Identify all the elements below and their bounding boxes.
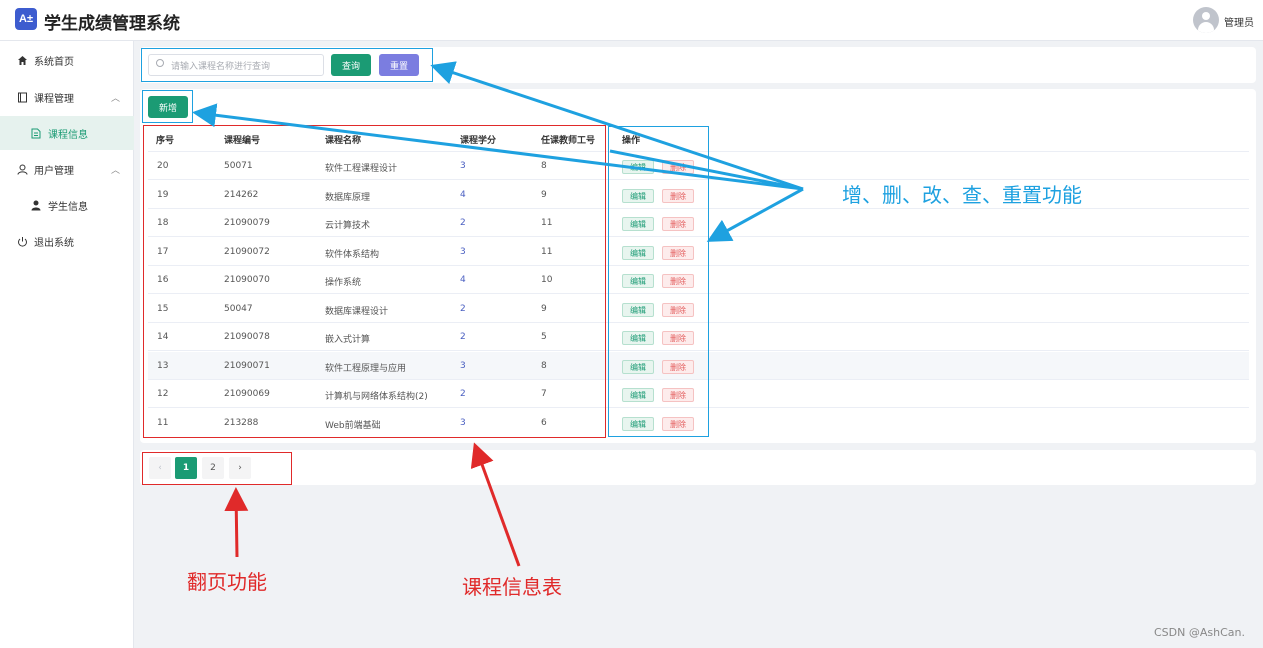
arrow-to-actions — [706, 187, 804, 242]
annotation-paging: 翻页功能 — [187, 570, 267, 594]
watermark: CSDN @AshCan. — [1154, 626, 1245, 639]
annotation-arrows — [192, 61, 804, 567]
arrow-to-add — [192, 103, 804, 191]
arrow-to-pagination — [224, 487, 249, 558]
annotation-course-table: 课程信息表 — [462, 575, 562, 599]
arrow-to-course-table — [470, 442, 521, 567]
annotation-crud: 增、删、改、查、重置功能 — [842, 183, 1082, 207]
arrow-to-search — [430, 61, 804, 191]
